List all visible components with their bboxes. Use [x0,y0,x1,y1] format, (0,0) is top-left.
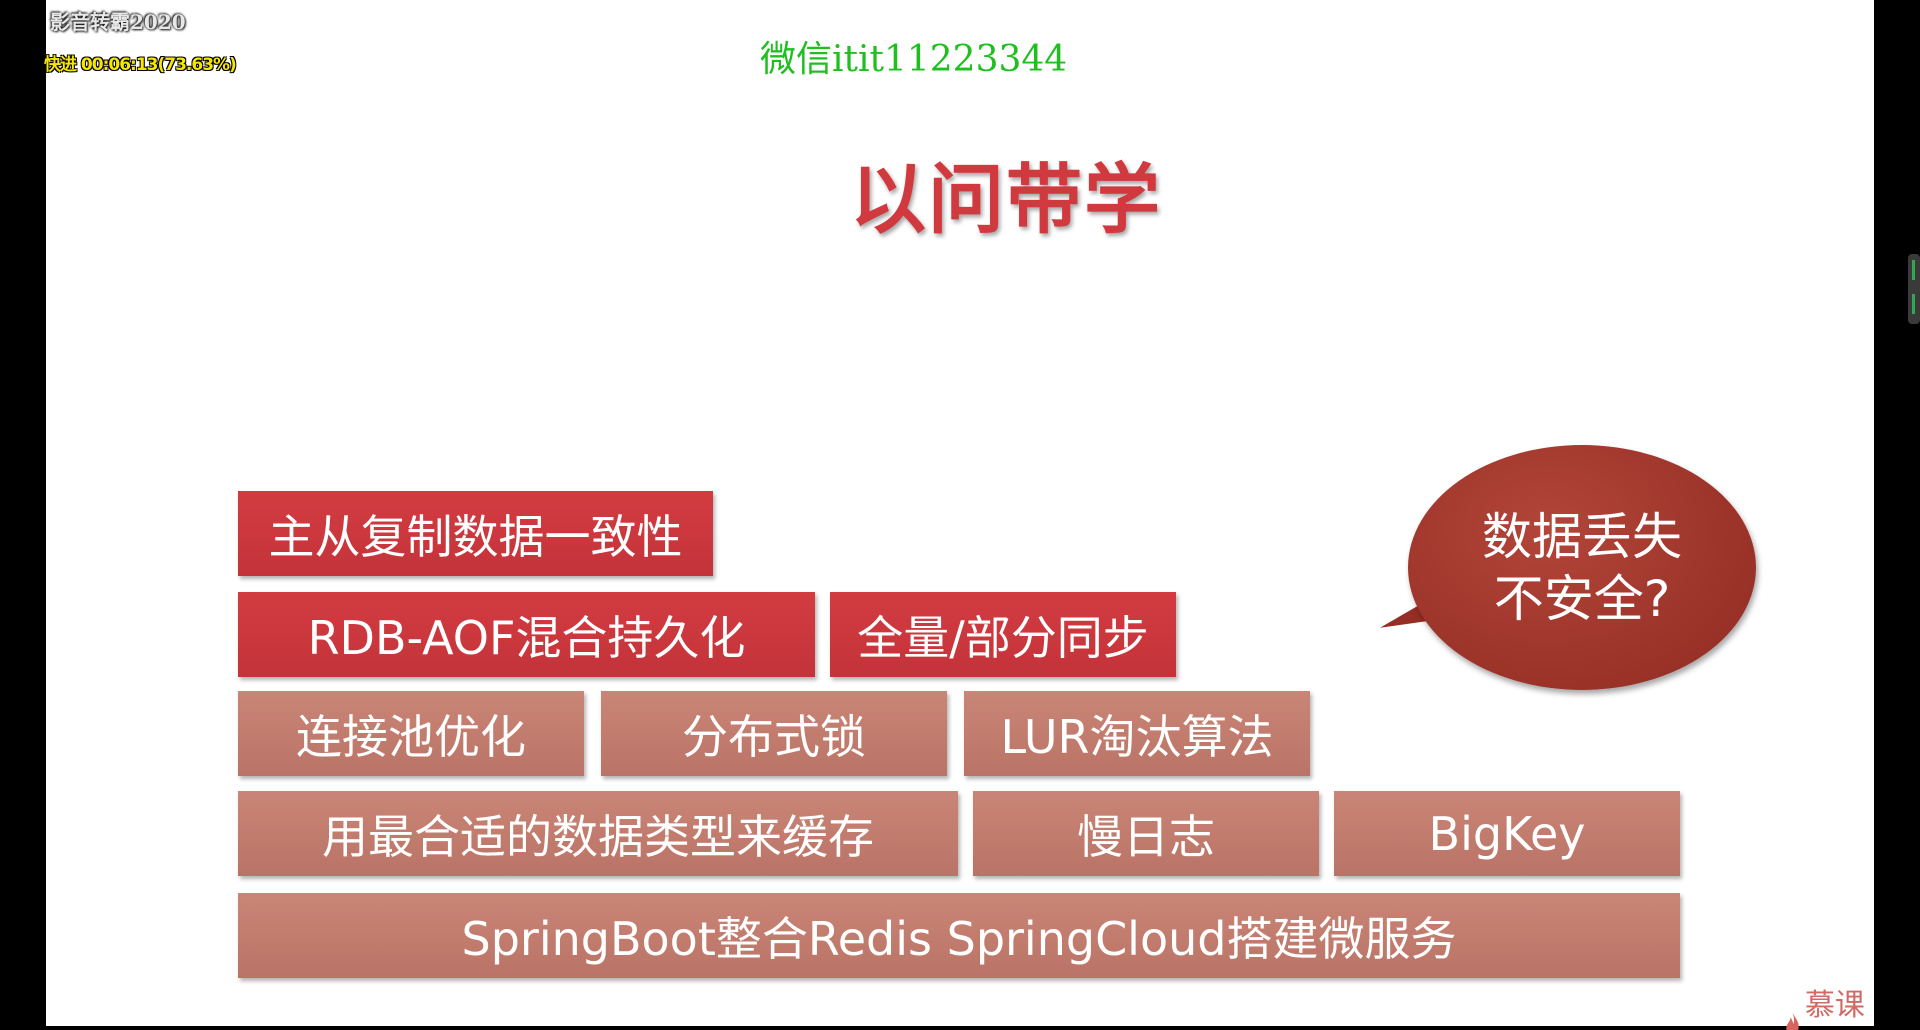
topic-block-sync: 全量/部分同步 [830,592,1176,677]
slide-title: 以问带学 [850,155,1162,244]
topic-block-distributed-lock: 分布式锁 [601,691,947,776]
video-player-screen: 以问带学 主从复制数据一致性 RDB-AOF混合持久化 全量/部分同步 连接池优… [0,0,1920,1030]
player-brand-label: 影音转霸2020 [50,10,186,34]
wechat-watermark: 微信itit11223344 [760,39,1068,80]
topic-block-connection-pool: 连接池优化 [238,691,584,776]
side-handle[interactable] [1908,254,1920,324]
slide: 以问带学 主从复制数据一致性 RDB-AOF混合持久化 全量/部分同步 连接池优… [46,0,1874,1030]
playback-status: 快进 00:06:13(73.63%) [44,55,237,75]
speech-bubble: 数据丢失 不安全? [1408,445,1756,690]
imooc-logo: 慕课网 [1784,980,1874,1030]
topic-block-lru: LUR淘汰算法 [964,691,1310,776]
logo-text: 慕课网 [1804,988,1865,1023]
topic-block-bigkey: BigKey [1334,791,1680,876]
topic-block-data-types: 用最合适的数据类型来缓存 [238,791,958,876]
topic-block-springboot: SpringBoot整合Redis SpringCloud搭建微服务 [238,893,1680,978]
bubble-line-2: 不安全? [1493,569,1671,628]
topic-block-rdb-aof: RDB-AOF混合持久化 [238,592,815,677]
topic-block-master-slave: 主从复制数据一致性 [238,491,713,576]
topic-block-slow-log: 慢日志 [973,791,1319,876]
bubble-line-1: 数据丢失 [1482,507,1682,566]
flame-icon [1786,1012,1799,1030]
